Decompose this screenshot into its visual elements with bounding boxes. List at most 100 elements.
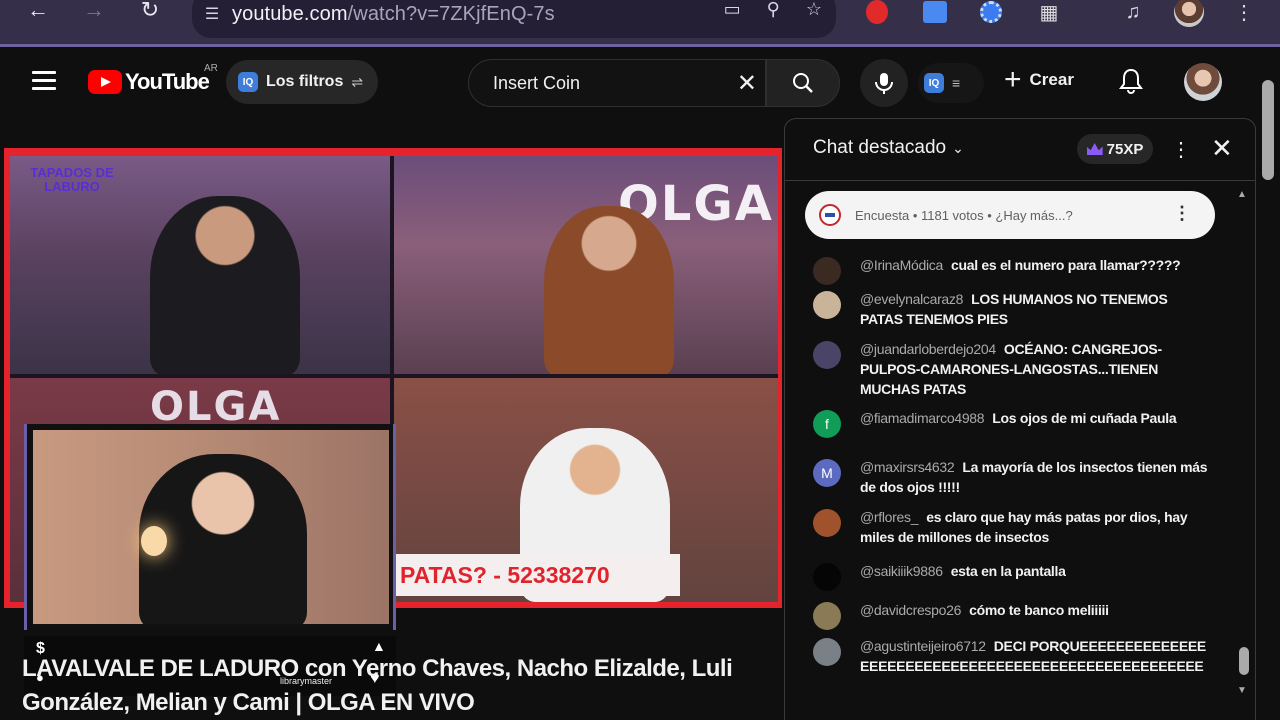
message-author[interactable]: @evelynalcaraz8: [860, 291, 963, 307]
chat-more-icon[interactable]: ⋮: [1171, 137, 1191, 162]
browser-menu-icon[interactable]: ⋮: [1232, 0, 1256, 32]
chat-message[interactable]: f @fiamadimarco4988 Los ojos de mi cuñada…: [813, 408, 1213, 438]
clear-search-icon[interactable]: ✕: [737, 69, 757, 98]
phone-banner: PATAS? - 52338270: [394, 554, 680, 596]
poll-text: Encuesta • 1181 votos • ¿Hay más...?: [855, 207, 1073, 223]
iq-extension-button[interactable]: IQ ≡: [918, 63, 984, 103]
logo-text: YouTube: [125, 69, 210, 94]
avatar: [813, 563, 841, 591]
forward-icon[interactable]: →: [74, 0, 114, 30]
poll-more-icon[interactable]: ⋮: [1173, 203, 1191, 224]
iq-icon: IQ: [924, 73, 944, 93]
voice-search-button[interactable]: [860, 59, 908, 107]
browser-toolbar: ← → ↻ ☰ youtube.com/watch?v=7ZKjfEnQ-7s …: [0, 0, 1280, 46]
chevron-down-icon: ⌄: [952, 139, 964, 156]
video-quadrant-top-right: OLGA: [394, 156, 778, 374]
filters-label: Los filtros: [266, 73, 344, 90]
screen: ← → ↻ ☰ youtube.com/watch?v=7ZKjfEnQ-7s …: [0, 0, 1280, 720]
country-code: AR: [204, 63, 218, 74]
reload-icon[interactable]: ↻: [130, 0, 170, 30]
message-text: cómo te banco meliiiii: [969, 602, 1109, 618]
iq-extension-icon: IQ: [238, 72, 258, 92]
account-avatar[interactable]: [1184, 63, 1222, 101]
chat-scrollbar[interactable]: [1239, 647, 1249, 675]
video-title: LAVALVALE DE LADURO con Yerno Chaves, Na…: [22, 655, 733, 716]
create-label: Crear: [1029, 70, 1074, 89]
poll-channel-icon: [819, 204, 841, 226]
video-quadrant-bottom-right: PATAS? - 52338270: [394, 378, 778, 602]
message-author[interactable]: @rflores_: [860, 509, 919, 525]
host-person: [150, 196, 300, 374]
filters-button[interactable]: IQ Los filtros ⇌: [226, 60, 378, 104]
chat-message[interactable]: @rflores_ es claro que hay más patas por …: [813, 507, 1213, 547]
message-author[interactable]: @davidcrespo26: [860, 602, 961, 618]
message-text: cual es el numero para llamar?????: [950, 257, 1181, 273]
plus-icon: +: [1004, 63, 1022, 96]
chat-mode-dropdown[interactable]: Chat destacado ⌄: [813, 137, 964, 159]
message-author[interactable]: @IrinaMódica: [860, 257, 943, 273]
extensions-puzzle-icon[interactable]: ▦: [1034, 0, 1064, 32]
zoom-icon[interactable]: ⚲: [767, 0, 780, 20]
menu-icon[interactable]: [32, 71, 56, 91]
avatar: M: [813, 459, 841, 487]
omnibox-actions: ▭ ⚲ ☆: [724, 0, 822, 28]
chat-scroll-down-icon[interactable]: ▼: [1237, 685, 1247, 696]
media-controls-icon[interactable]: ♫: [1118, 0, 1148, 32]
close-chat-icon[interactable]: ✕: [1211, 133, 1233, 164]
message-author[interactable]: @saikiiik9886: [860, 563, 943, 579]
avatar: [813, 638, 841, 666]
microphone-icon: [875, 73, 893, 94]
avatar: [813, 509, 841, 537]
xp-badge[interactable]: 75XP: [1077, 134, 1153, 164]
chat-message[interactable]: @agustinteijeiro6712 DECI PORQUEEEEEEEEEE…: [813, 636, 1213, 676]
pinned-poll[interactable]: Encuesta • 1181 votos • ¿Hay más...? ⋮: [805, 191, 1215, 239]
message-text: Los ojos de mi cuñada Paula: [992, 410, 1177, 426]
address-bar[interactable]: ☰ youtube.com/watch?v=7ZKjfEnQ-7s ▭ ⚲ ☆: [192, 0, 836, 38]
list-icon: ≡: [952, 75, 961, 91]
message-author[interactable]: @maxirsrs4632: [860, 459, 955, 475]
search-input[interactable]: Insert Coin ✕: [468, 59, 766, 107]
extension-red-icon[interactable]: [862, 0, 892, 32]
message-author[interactable]: @juandarloberdejo204: [860, 341, 996, 357]
translate-extension-icon[interactable]: [920, 0, 950, 32]
crown-icon: [1086, 143, 1103, 155]
bookmark-star-icon[interactable]: ☆: [806, 0, 822, 20]
chat-header: Chat destacado ⌄ 75XP ⋮ ✕: [785, 119, 1255, 181]
search-button[interactable]: [766, 59, 840, 107]
chat-message[interactable]: @davidcrespo26 cómo te banco meliiiii: [813, 600, 1213, 630]
youtube-logo[interactable]: YouTube AR: [88, 63, 218, 95]
avatar: [813, 291, 841, 319]
gear-extension-icon[interactable]: [976, 0, 1006, 32]
page-scrollbar[interactable]: [1262, 80, 1274, 180]
search-icon: [793, 73, 813, 93]
chat-title: Chat destacado: [813, 137, 947, 158]
avatar: [813, 341, 841, 369]
search-query: Insert Coin: [493, 72, 581, 93]
message-text: esta en la pantalla: [950, 563, 1066, 579]
chat-message[interactable]: M @maxirsrs4632 La mayoría de los insecto…: [813, 457, 1213, 497]
install-icon[interactable]: ▭: [724, 0, 741, 20]
live-chat-panel: Chat destacado ⌄ 75XP ⋮ ✕ ▲ Encuesta • 1…: [784, 118, 1256, 720]
video-quadrant-top-left: TAPADOS DE LABURO: [10, 156, 390, 374]
chat-message[interactable]: @evelynalcaraz8 LOS HUMANOS NO TENEMOS PA…: [813, 289, 1213, 329]
message-author[interactable]: @agustinteijeiro6712: [860, 638, 986, 654]
profile-avatar-icon[interactable]: [1172, 0, 1206, 32]
bell-icon: [1119, 68, 1143, 94]
xp-value: 75XP: [1106, 140, 1144, 158]
avatar: [813, 257, 841, 285]
message-author[interactable]: @fiamadimarco4988: [860, 410, 985, 426]
site-settings-icon[interactable]: ☰: [192, 4, 232, 24]
avatar: [813, 602, 841, 630]
url-text[interactable]: youtube.com/watch?v=7ZKjfEnQ-7s: [232, 3, 555, 26]
youtube-play-icon: [88, 70, 122, 94]
chat-message[interactable]: @juandarloberdejo204 OCÉANO: CANGREJOS-PU…: [813, 339, 1213, 399]
back-icon[interactable]: ←: [18, 0, 58, 30]
create-button[interactable]: + Crear: [1004, 65, 1074, 95]
guest-person: [544, 206, 674, 374]
notifications-button[interactable]: [1118, 67, 1144, 100]
chat-message[interactable]: @IrinaMódica cual es el numero para llama…: [813, 255, 1213, 285]
lamp: [141, 526, 167, 556]
tune-icon: ⇌: [351, 73, 364, 90]
chat-scroll-up-icon[interactable]: ▲: [1237, 189, 1247, 200]
chat-message[interactable]: @saikiiik9886 esta en la pantalla: [813, 561, 1213, 591]
